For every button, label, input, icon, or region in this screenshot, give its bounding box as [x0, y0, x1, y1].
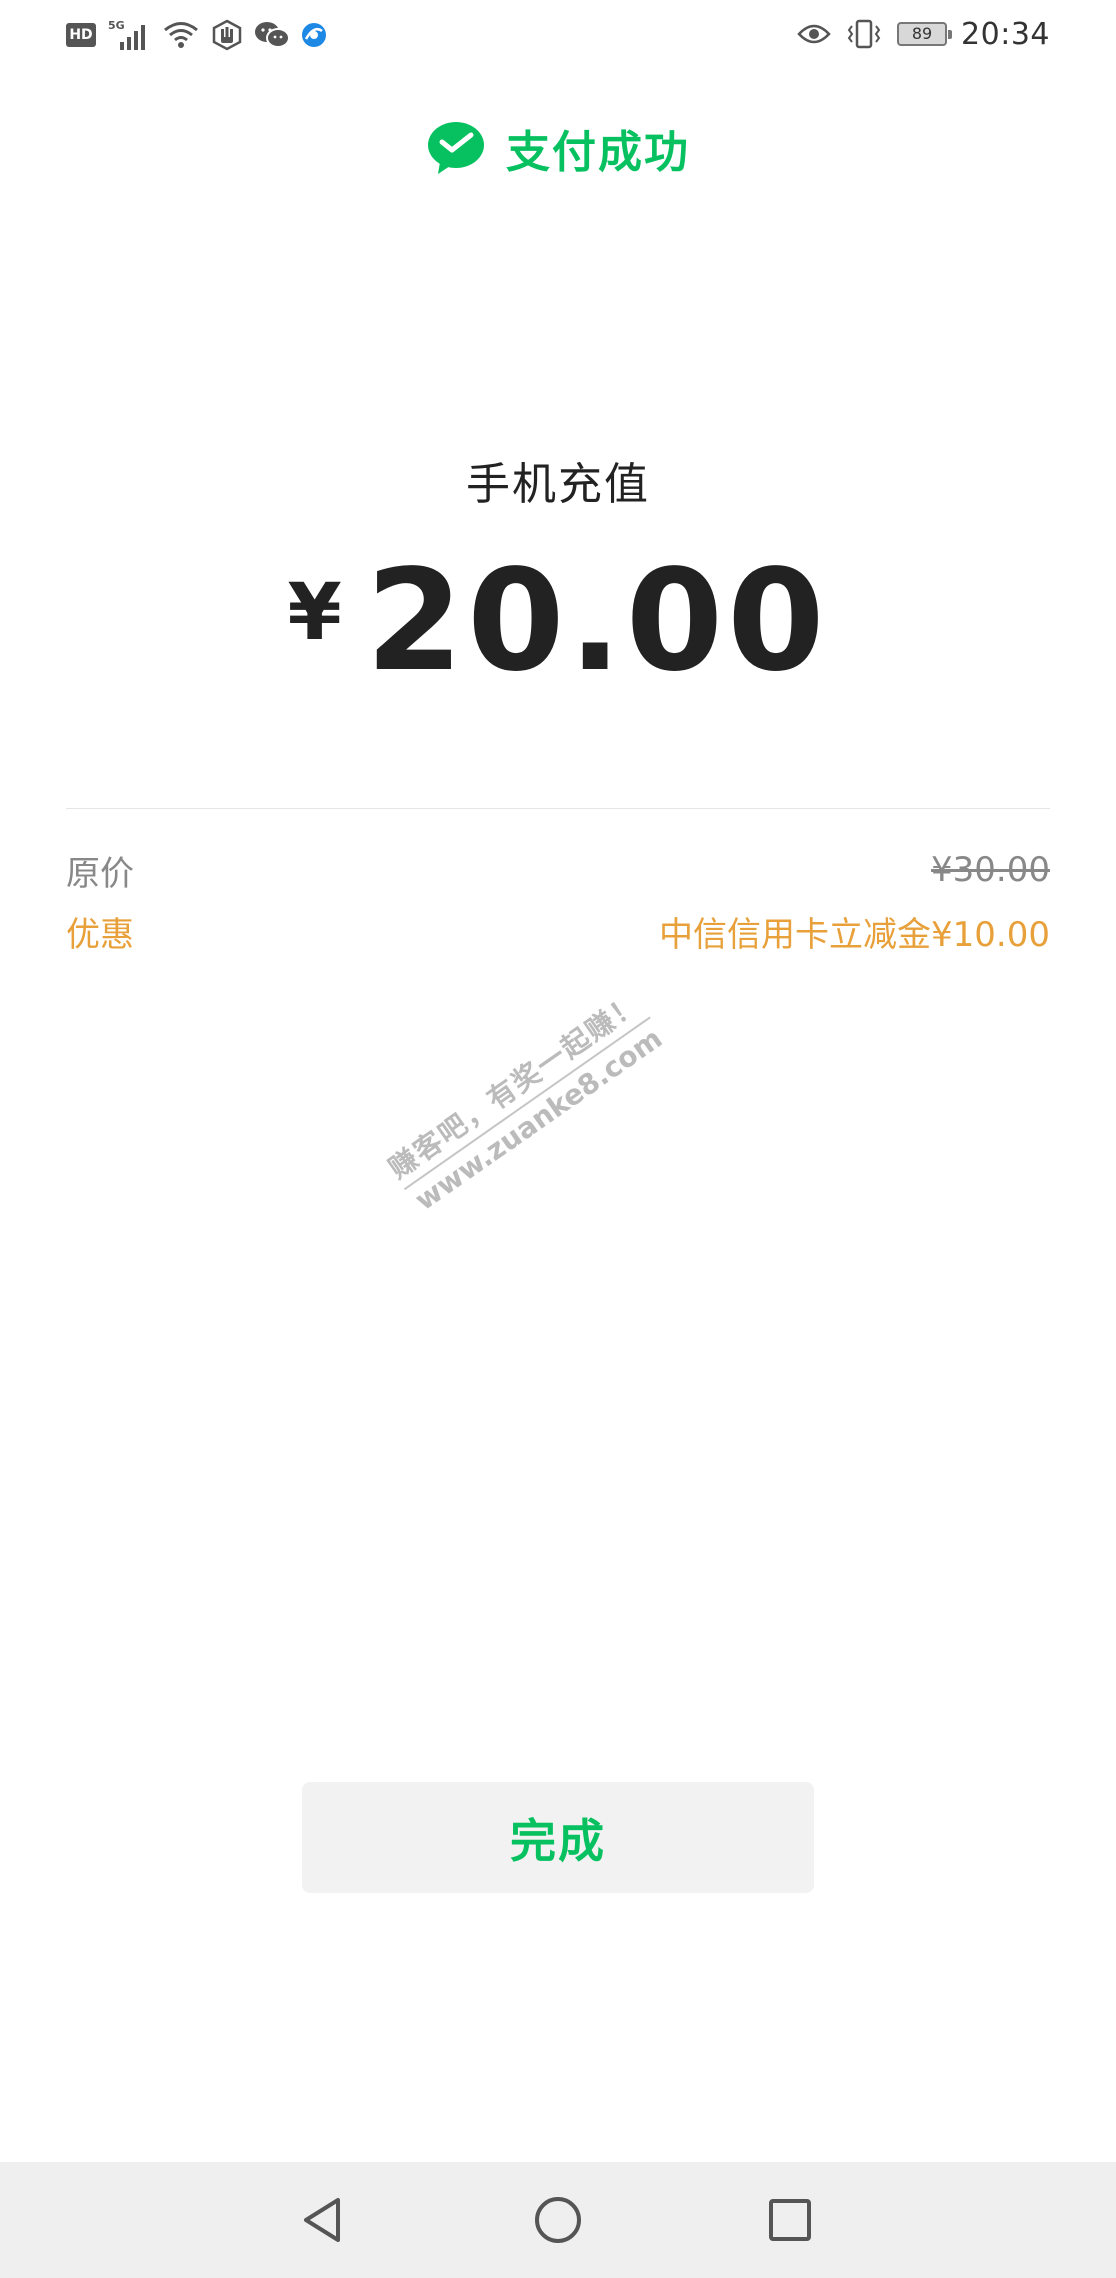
payment-success-screen: HD 5G 89 20:34 支付成功 手机充值 ¥ 20.00 原价 ¥30.…	[0, 0, 1116, 2278]
status-bar: HD 5G 89 20:34	[0, 0, 1116, 70]
amount-row: ¥ 20.00	[0, 540, 1116, 703]
network-label: 5G	[108, 19, 125, 32]
back-triangle-icon[interactable]	[296, 2192, 352, 2248]
wifi-icon	[162, 19, 200, 51]
original-price-row: 原价 ¥30.00	[66, 848, 1050, 894]
status-right-icons: 89 20:34	[797, 14, 1050, 54]
payment-amount: 20.00	[365, 540, 829, 703]
divider	[66, 808, 1050, 809]
done-button[interactable]: 完成	[302, 1782, 814, 1893]
discount-row: 优惠 中信信用卡立减金¥10.00	[66, 909, 1050, 955]
hd-icon: HD	[66, 23, 96, 47]
battery-level: 89	[911, 24, 933, 43]
discount-value: 中信信用卡立减金¥10.00	[659, 914, 1050, 955]
hand-icon	[210, 19, 244, 51]
home-circle-icon[interactable]	[530, 2192, 586, 2248]
battery-cap	[948, 30, 953, 39]
status-left-icons: HD 5G	[66, 18, 328, 52]
signal-5g-icon: 5G	[106, 18, 152, 52]
original-price-label: 原价	[66, 853, 134, 894]
watermark: 赚客吧，有奖一起赚！ www.zuanke8.com	[380, 982, 671, 1219]
wechat-pay-logo-icon	[426, 120, 486, 176]
wechat-icon	[254, 20, 290, 50]
discount-label: 优惠	[66, 914, 134, 955]
payment-success-header: 支付成功	[0, 116, 1116, 180]
status-time: 20:34	[961, 16, 1050, 52]
battery-icon: 89	[897, 22, 953, 46]
vibrate-icon	[845, 18, 883, 50]
success-title: 支付成功	[506, 127, 690, 178]
original-price-value: ¥30.00	[931, 850, 1050, 890]
eye-icon	[797, 22, 831, 46]
merchant-name: 手机充值	[466, 459, 650, 510]
recent-square-icon[interactable]	[762, 2192, 818, 2248]
navigation-bar	[0, 2162, 1116, 2278]
browser-icon	[300, 21, 328, 49]
currency-symbol: ¥	[287, 568, 342, 658]
